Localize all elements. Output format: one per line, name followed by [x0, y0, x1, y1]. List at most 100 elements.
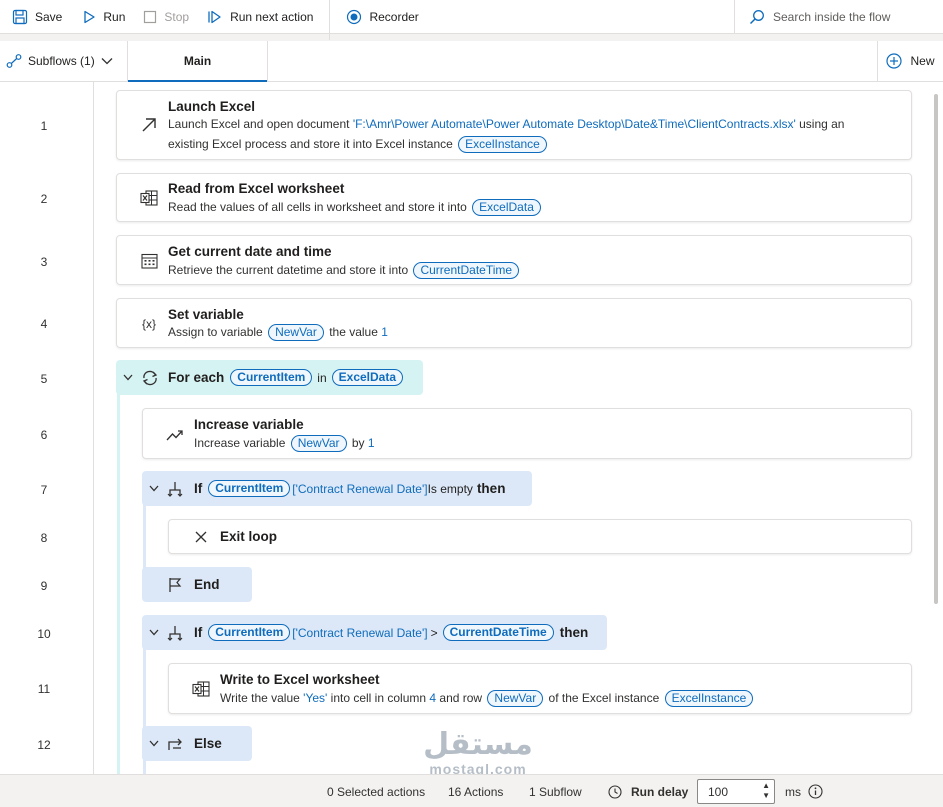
new-label: New	[910, 54, 935, 68]
collapse-chevron-icon[interactable]	[146, 726, 162, 761]
action-write-excel[interactable]: Write to Excel worksheet Write the value…	[168, 663, 912, 714]
stop-label: Stop	[164, 9, 190, 24]
else-text: Else	[194, 736, 222, 751]
run-delay-input[interactable]: 100 ▲ ▼	[697, 779, 775, 804]
action-description: Read the values of all cells in workshee…	[168, 197, 543, 217]
run-next-action-button[interactable]: Run next action	[201, 0, 319, 34]
variable-pill[interactable]: NewVar	[268, 324, 324, 341]
action-increase-variable[interactable]: Increase variable Increase variable NewV…	[142, 408, 912, 459]
field-value: ['Contract Renewal Date']	[292, 625, 428, 640]
subflows-label: Subflows (1)	[28, 54, 95, 68]
if-text: If CurrentItem ['Contract Renewal Date']…	[194, 624, 589, 641]
variable-pill[interactable]: CurrentItem	[208, 480, 291, 497]
action-exit-loop[interactable]: Exit loop	[168, 519, 912, 554]
run-next-action-label: Run next action	[230, 9, 314, 24]
line-number: 11	[37, 682, 51, 696]
recorder-button[interactable]: Recorder	[340, 0, 424, 34]
variable-pill[interactable]: ExcelData	[331, 369, 404, 386]
recorder-label: Recorder	[369, 9, 419, 24]
save-label: Save	[35, 9, 63, 24]
action-if[interactable]: If CurrentItem ['Contract Renewal Date']…	[142, 471, 532, 506]
record-icon	[347, 9, 362, 24]
collapse-chevron-icon[interactable]	[146, 615, 162, 650]
run-delay-label: Run delay	[608, 775, 688, 807]
variable-pill[interactable]: CurrentDateTime	[442, 624, 554, 641]
calendar-icon	[139, 251, 159, 271]
save-icon	[12, 9, 28, 24]
action-description: Write the value 'Yes' into cell in colum…	[220, 688, 755, 708]
action-title: Increase variable	[194, 417, 304, 432]
if-branch-icon	[167, 615, 183, 650]
collapse-chevron-icon[interactable]	[146, 471, 162, 506]
value: 1	[381, 325, 388, 339]
collapse-chevron-icon[interactable]	[120, 360, 136, 395]
end-text: End	[194, 577, 220, 592]
action-get-datetime[interactable]: Get current date and time Retrieve the c…	[116, 235, 912, 285]
variable-pill[interactable]: CurrentDateTime	[413, 262, 520, 279]
run-delay-value: 100	[708, 784, 729, 799]
vertical-scrollbar[interactable]	[934, 94, 938, 604]
tab-main[interactable]: Main	[128, 41, 268, 82]
line-number: 8	[40, 531, 48, 545]
launch-arrow-icon	[139, 115, 159, 135]
variable-pill[interactable]: NewVar	[487, 690, 544, 707]
action-description: Launch Excel and open document 'F:\Amr\P…	[168, 117, 845, 131]
variable-pill[interactable]: CurrentItem	[230, 369, 313, 386]
search-input[interactable]: Search inside the flow	[734, 0, 943, 34]
variable-pill[interactable]: ExcelInstance	[458, 136, 547, 153]
clock-icon	[608, 784, 622, 799]
loop-icon	[141, 360, 159, 395]
spin-buttons[interactable]: ▲ ▼	[762, 781, 770, 801]
variable-pill[interactable]: ExcelData	[472, 199, 541, 216]
for-each-rail	[117, 394, 120, 774]
search-icon	[749, 10, 764, 25]
chevron-down-icon[interactable]: ▼	[762, 791, 770, 801]
action-title: Get current date and time	[168, 244, 332, 259]
action-read-excel[interactable]: Read from Excel worksheet Read the value…	[116, 173, 912, 222]
variable-pill[interactable]: CurrentItem	[208, 624, 291, 641]
subflows-dropdown[interactable]: Subflows (1)	[0, 41, 128, 81]
action-launch-excel[interactable]: Launch Excel Launch Excel and open docum…	[116, 90, 912, 160]
search-placeholder: Search inside the flow	[773, 10, 891, 24]
action-title: Exit loop	[220, 529, 277, 544]
toolbar: Save Run Stop Run next action Recorder S…	[0, 0, 943, 40]
variable-icon: {x}	[141, 317, 156, 331]
new-subflow-button[interactable]: New	[877, 41, 943, 81]
chevron-up-icon[interactable]: ▲	[762, 781, 770, 791]
action-set-variable[interactable]: {x} Set variable Assign to variable NewV…	[116, 298, 912, 348]
status-bar: 0 Selected actions 16 Actions 1 Subflow …	[0, 774, 943, 807]
action-if[interactable]: If CurrentItem ['Contract Renewal Date']…	[142, 615, 607, 650]
action-else[interactable]: Else	[142, 726, 252, 761]
tabs-bar: Subflows (1) Main New	[0, 41, 943, 82]
line-number: 7	[40, 483, 48, 497]
subflows-icon	[6, 54, 22, 68]
action-title: Write to Excel worksheet	[220, 672, 380, 687]
flag-icon	[167, 567, 183, 602]
action-description: Assign to variable NewVar the value 1	[168, 324, 388, 341]
line-number: 6	[40, 428, 48, 442]
excel-icon	[191, 679, 211, 699]
action-title: Launch Excel	[168, 99, 256, 114]
action-description: existing Excel process and store it into…	[168, 134, 549, 154]
for-each-text: For each CurrentItem in ExcelData	[168, 360, 405, 395]
watermark-logo: مستقل mostaql.com	[423, 727, 533, 777]
action-for-each[interactable]: For each CurrentItem in ExcelData	[116, 360, 423, 395]
save-button[interactable]: Save	[6, 0, 68, 34]
info-icon[interactable]	[808, 775, 823, 807]
step-icon	[208, 10, 221, 23]
stop-button[interactable]: Stop	[137, 0, 195, 34]
variable-pill[interactable]: NewVar	[290, 435, 347, 452]
toolbar-divider	[329, 0, 331, 40]
flow-canvas[interactable]: 1 2 3 4 5 6 7 8 9 10 11 12 Launch Excel …	[0, 82, 943, 774]
close-icon	[191, 527, 211, 547]
path-value: 'F:\Amr\Power Automate\Power Automate De…	[352, 117, 796, 131]
line-number: 12	[37, 738, 51, 752]
actions-count: 16 Actions	[448, 784, 504, 799]
run-button[interactable]: Run	[76, 0, 131, 34]
selected-actions-count: 0 Selected actions	[327, 784, 426, 799]
variable-pill[interactable]: ExcelInstance	[664, 690, 754, 707]
action-title: Read from Excel worksheet	[168, 181, 345, 196]
line-number-gutter: 1 2 3 4 5 6 7 8 9 10 11 12	[0, 82, 94, 774]
action-end[interactable]: End	[142, 567, 252, 602]
trend-up-icon	[165, 425, 185, 445]
